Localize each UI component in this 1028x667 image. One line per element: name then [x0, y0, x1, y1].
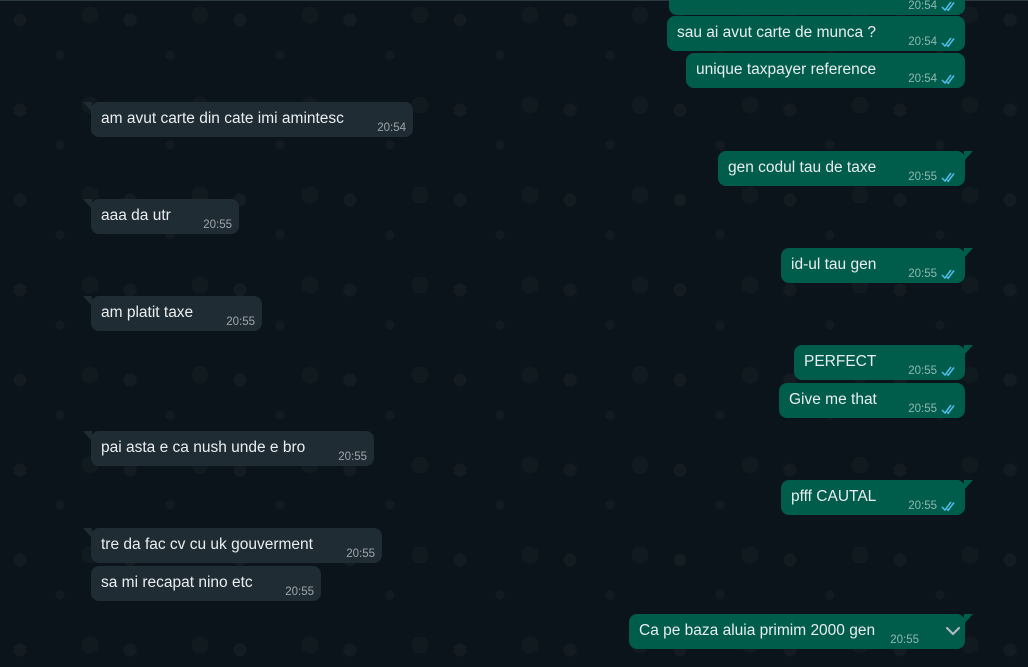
- message-time: 20:55: [908, 403, 937, 415]
- message-bubble-incoming[interactable]: am platit taxe 20:55: [83, 296, 262, 331]
- double-check-icon: [941, 366, 957, 377]
- double-check-icon: [941, 501, 957, 512]
- message-bubble-outgoing[interactable]: sau ai avut carte de munca ? 20:54: [667, 16, 965, 51]
- message-meta: 20:55: [908, 171, 957, 183]
- message-meta: 20:55: [890, 634, 919, 646]
- message-meta: 20:54: [908, 73, 957, 85]
- message-time: 20:54: [908, 0, 937, 12]
- message-time: 20:54: [908, 36, 937, 48]
- message-bubble-outgoing[interactable]: Ca pe baza aluia primim 2000 gen 20:55: [629, 614, 973, 649]
- message-meta: 20:55: [908, 365, 957, 377]
- message-text: gen codul tau de taxe: [728, 159, 877, 176]
- message-bubble-outgoing[interactable]: Give me that 20:55: [779, 383, 965, 418]
- message-time: 20:54: [377, 122, 406, 134]
- message-text: sau ai avut carte de munca ?: [677, 24, 877, 41]
- message-time: 20:55: [890, 634, 919, 646]
- message-text: unique taxpayer reference: [696, 61, 877, 78]
- message-bubble-outgoing[interactable]: 20:54: [669, 0, 965, 15]
- double-check-icon: [941, 1, 957, 12]
- message-text: am platit taxe: [101, 304, 194, 321]
- message-bubble-incoming[interactable]: pai asta e ca nush unde e bro 20:55: [83, 431, 374, 466]
- double-check-icon: [941, 37, 957, 48]
- message-time: 20:55: [908, 171, 937, 183]
- message-bubble-outgoing[interactable]: pfff CAUTAL 20:55: [781, 480, 973, 515]
- message-meta: 20:55: [908, 403, 957, 415]
- message-text: id-ul tau gen: [791, 256, 877, 273]
- message-time: 20:55: [285, 586, 314, 598]
- double-check-icon: [941, 172, 957, 183]
- message-text: Ca pe baza aluia primim 2000 gen: [639, 622, 876, 639]
- double-check-icon: [941, 404, 957, 415]
- message-text: Give me that: [789, 391, 877, 408]
- message-meta: 20:54: [908, 0, 957, 12]
- chevron-down-icon[interactable]: [942, 620, 964, 642]
- message-text: aaa da utr: [101, 207, 171, 224]
- message-bubble-incoming[interactable]: sa mi recapat nino etc 20:55: [91, 566, 321, 601]
- message-meta: 20:55: [908, 500, 957, 512]
- message-bubble-outgoing[interactable]: unique taxpayer reference 20:54: [686, 53, 965, 88]
- message-text: tre da fac cv cu uk gouverment: [101, 536, 313, 553]
- message-time: 20:55: [908, 268, 937, 280]
- message-meta: 20:55: [203, 219, 232, 231]
- message-bubble-outgoing[interactable]: PERFECT 20:55: [794, 345, 973, 380]
- message-bubble-incoming[interactable]: aaa da utr 20:55: [83, 199, 239, 234]
- double-check-icon: [941, 269, 957, 280]
- message-meta: 20:55: [226, 316, 255, 328]
- message-time: 20:55: [203, 219, 232, 231]
- message-time: 20:54: [908, 73, 937, 85]
- message-text: pai asta e ca nush unde e bro: [101, 439, 306, 456]
- chat-pane: 20:54 sau ai avut carte de munca ? 20:54…: [0, 0, 1028, 667]
- message-time: 20:55: [338, 451, 367, 463]
- message-meta: 20:54: [377, 122, 406, 134]
- message-meta: 20:55: [908, 268, 957, 280]
- message-bubble-outgoing[interactable]: gen codul tau de taxe 20:55: [718, 151, 973, 186]
- message-meta: 20:55: [346, 548, 375, 560]
- message-time: 20:55: [346, 548, 375, 560]
- message-text: PERFECT: [804, 353, 877, 370]
- message-meta: 20:55: [285, 586, 314, 598]
- message-bubble-outgoing[interactable]: id-ul tau gen 20:55: [781, 248, 973, 283]
- message-text: sa mi recapat nino etc: [101, 574, 253, 591]
- message-time: 20:55: [226, 316, 255, 328]
- double-check-icon: [941, 74, 957, 85]
- message-bubble-incoming[interactable]: am avut carte din cate imi amintesc 20:5…: [83, 102, 413, 137]
- message-text: pfff CAUTAL: [791, 488, 877, 505]
- message-bubble-incoming[interactable]: tre da fac cv cu uk gouverment 20:55: [83, 528, 382, 563]
- message-time: 20:55: [908, 365, 937, 377]
- message-time: 20:55: [908, 500, 937, 512]
- message-meta: 20:54: [908, 36, 957, 48]
- message-text: am avut carte din cate imi amintesc: [101, 110, 344, 127]
- message-meta: 20:55: [338, 451, 367, 463]
